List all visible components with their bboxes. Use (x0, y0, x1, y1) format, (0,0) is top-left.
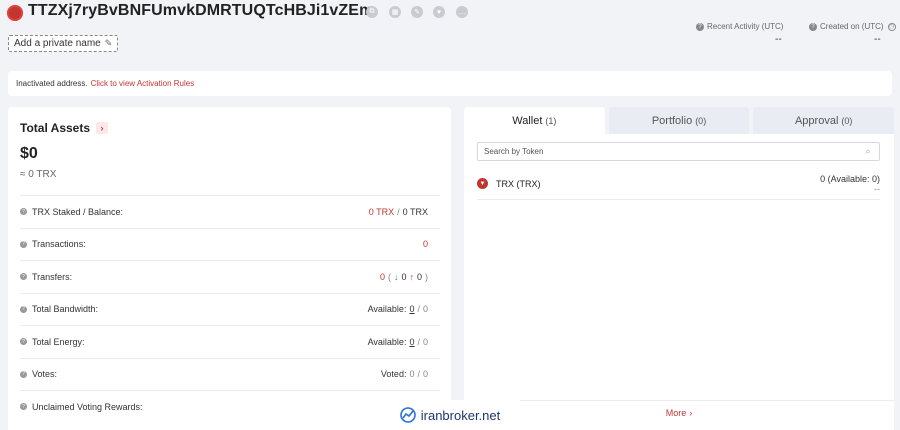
inactivated-notice: Inactivated address. Click to view Activ… (8, 71, 892, 96)
balance-value: 0 TRX (402, 206, 428, 217)
address-header: TTZXj7ryBvBNFUmvkDMRTUQTcHBJi1vZEm ⧉ ▦ ✎… (0, 0, 900, 62)
token-search-input[interactable]: Search by Token ⌕ (477, 142, 880, 161)
notice-text: Inactivated address. (16, 79, 88, 88)
search-placeholder: Search by Token (484, 147, 544, 156)
list-item: ? Total Energy: Available: 0/0 (20, 325, 440, 358)
list-item: ? Votes: Voted: 0/0 (20, 357, 440, 391)
recent-activity-value: -- (775, 34, 782, 45)
bandwidth-available: 0 (409, 304, 415, 315)
help-icon: ? (20, 338, 27, 346)
created-on-value: -- (874, 34, 881, 45)
token-name: TRX (TRX) (496, 178, 541, 189)
bandwidth-total: 0 (422, 304, 428, 315)
transfers-in: 0 (401, 271, 407, 282)
token-value: -- (874, 183, 880, 194)
trx-token-icon: ▼ (477, 178, 488, 189)
total-assets-panel: Total Assets › $0 ≈ 0 TRX ? TRX Staked / … (8, 107, 451, 430)
pencil-icon: ✎ (104, 38, 113, 48)
help-icon: ? (809, 22, 817, 31)
transfers-total[interactable]: 0 (380, 272, 385, 282)
list-item: ? TRX Staked / Balance: 0 TRX/0 TRX (20, 195, 440, 228)
energy-total: 0 (422, 336, 428, 347)
staked-value: 0 TRX (368, 206, 395, 217)
token-panel: Wallet (1) Portfolio (0) Approval (0) Searc… (464, 107, 894, 430)
activation-rules-link[interactable]: Click to view Activation Rules (91, 79, 195, 88)
account-address: TTZXj7ryBvBNFUmvkDMRTUQTcHBJi1vZEm (28, 2, 374, 19)
total-assets-usd: $0 (20, 145, 38, 162)
energy-available: 0 (409, 336, 415, 347)
asset-details-list: ? TRX Staked / Balance: 0 TRX/0 TRX ? Tran… (20, 195, 440, 423)
total-assets-title[interactable]: Total Assets › (20, 121, 109, 135)
chevron-right-icon: › (96, 122, 109, 134)
add-private-name-label: Add a private name (14, 38, 101, 49)
token-tabs: Wallet (1) Portfolio (0) Approval (0) (464, 107, 894, 134)
more-options-icon[interactable]: … (456, 6, 468, 18)
tab-portfolio[interactable]: Portfolio (0) (608, 107, 750, 134)
chart-trend-icon (399, 407, 416, 423)
recent-activity-label: ? Recent Activity (UTC) (696, 22, 783, 31)
favorite-heart-icon[interactable]: ♥ (433, 6, 445, 18)
tag-icon[interactable]: ✎ (411, 6, 423, 18)
watermark-text: iranbroker.net (420, 407, 501, 423)
transfers-out: 0 (416, 271, 422, 282)
transactions-value[interactable]: 0 (423, 239, 428, 249)
votes-voted: 0 (409, 369, 415, 380)
search-icon[interactable]: ⌕ (863, 146, 873, 157)
copy-icon[interactable]: ⧉ (366, 6, 378, 18)
help-icon: ? (20, 403, 27, 411)
list-item: ? Transfers: 0 ( ↓ 0 ↑ 0 ) (20, 260, 440, 293)
help-icon: ? (696, 22, 704, 31)
arrow-up-icon: ↑ (409, 271, 414, 282)
more-button[interactable]: More › (464, 400, 894, 424)
token-amount: 0 (Available: 0) (820, 173, 880, 184)
list-item: ? Unclaimed Voting Rewards: (20, 390, 440, 423)
qr-code-icon[interactable]: ▦ (389, 6, 401, 18)
total-assets-trx: ≈ 0 TRX (20, 169, 57, 180)
chevron-right-icon: › (689, 407, 693, 418)
help-icon: ? (20, 305, 27, 313)
help-icon: ? (20, 370, 27, 378)
watermark-logo: iranbroker.net (378, 400, 522, 430)
list-item: ? Transactions: 0 (20, 227, 440, 261)
help-icon: ? (20, 273, 27, 281)
token-row[interactable]: ▼ TRX (TRX) 0 (Available: 0) -- (477, 168, 880, 200)
clock-icon[interactable]: ◷ (887, 22, 896, 31)
add-private-name-button[interactable]: Add a private name ✎ (8, 35, 119, 52)
tab-wallet[interactable]: Wallet (1) (464, 107, 605, 134)
tron-logo-icon (7, 5, 23, 21)
tab-approval[interactable]: Approval (0) (753, 107, 894, 134)
help-icon: ? (20, 240, 27, 248)
arrow-down-icon: ↓ (393, 271, 399, 282)
help-icon: ? (20, 208, 27, 216)
created-on-label: ? Created on (UTC) ◷ (809, 22, 899, 31)
votes-total: 0 (422, 369, 428, 380)
list-item: ? Total Bandwidth: Available: 0/0 (20, 292, 440, 326)
